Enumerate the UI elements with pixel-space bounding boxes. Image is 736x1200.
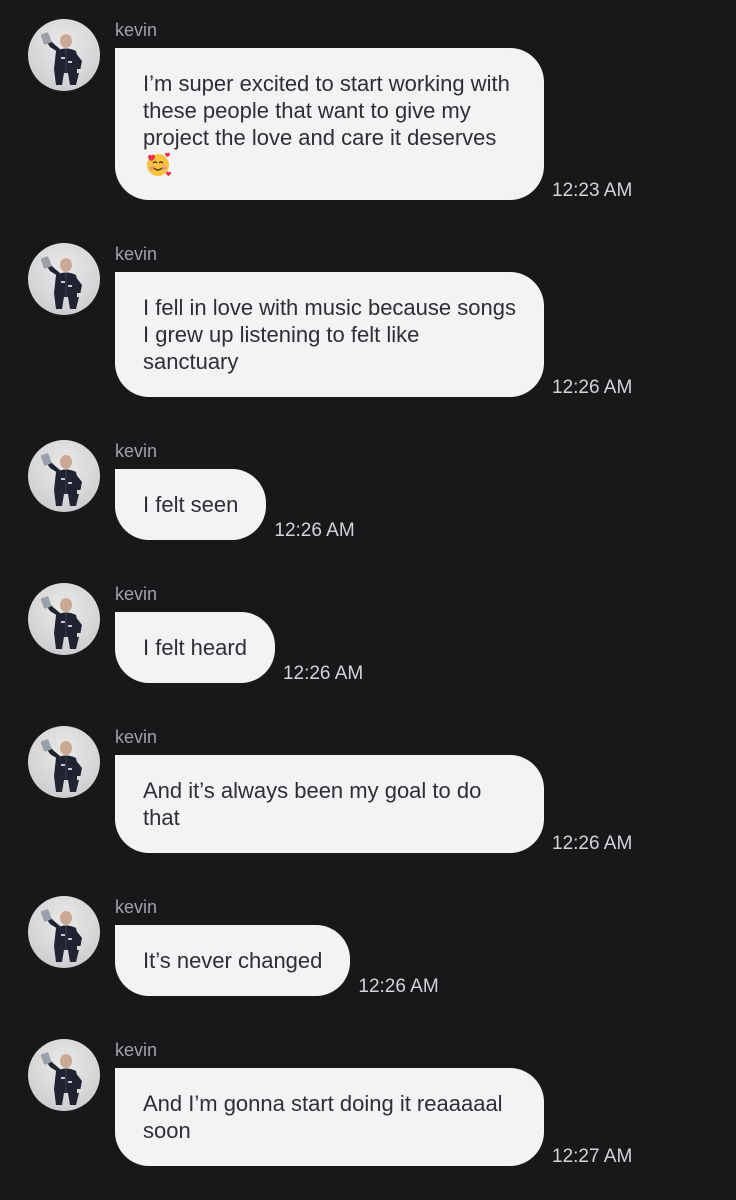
smiling-face-with-hearts-icon xyxy=(145,151,171,177)
message-bubble[interactable]: I’m super excited to start working with … xyxy=(115,48,544,200)
message-text: I felt seen xyxy=(143,492,239,517)
message-text: And I’m gonna start doing it reaaaaal so… xyxy=(143,1091,503,1143)
avatar[interactable] xyxy=(28,896,100,968)
sender-name[interactable]: kevin xyxy=(115,243,157,265)
avatar-image xyxy=(28,896,100,968)
message-bubble[interactable]: It’s never changed xyxy=(115,925,351,996)
chat-thread: kevin I’m super excited to start working… xyxy=(0,0,736,1200)
message-timestamp: 12:23 AM xyxy=(552,180,633,201)
message-text: And it’s always been my goal to do that xyxy=(143,778,482,830)
message-bubble[interactable]: I fell in love with music because songs … xyxy=(115,272,544,397)
avatar-image xyxy=(28,583,100,655)
message-bubble[interactable]: And I’m gonna start doing it reaaaaal so… xyxy=(115,1068,544,1166)
message-bubble[interactable]: I felt seen xyxy=(115,469,267,540)
message-timestamp: 12:26 AM xyxy=(552,833,633,854)
sender-name[interactable]: kevin xyxy=(115,726,157,748)
message-timestamp: 12:27 AM xyxy=(552,1146,633,1167)
message-row: And I’m gonna start doing it reaaaaal so… xyxy=(115,1068,633,1167)
avatar[interactable] xyxy=(28,1039,100,1111)
avatar[interactable] xyxy=(28,19,100,91)
message-row: I’m super excited to start working with … xyxy=(115,48,633,201)
sender-name[interactable]: kevin xyxy=(115,19,157,41)
message-bubble[interactable]: I felt heard xyxy=(115,612,275,683)
message-text: It’s never changed xyxy=(143,948,323,973)
message-row: It’s never changed 12:26 AM xyxy=(115,925,439,997)
message-row: And it’s always been my goal to do that … xyxy=(115,755,633,854)
avatar[interactable] xyxy=(28,243,100,315)
message-row: I fell in love with music because songs … xyxy=(115,272,633,398)
message-text: I fell in love with music because songs … xyxy=(143,295,516,374)
message-timestamp: 12:26 AM xyxy=(358,976,439,997)
message-row: I felt heard 12:26 AM xyxy=(115,612,364,684)
message-row: I felt seen 12:26 AM xyxy=(115,469,355,541)
avatar-image xyxy=(28,19,100,91)
avatar[interactable] xyxy=(28,583,100,655)
avatar-image xyxy=(28,440,100,512)
message-bubble[interactable]: And it’s always been my goal to do that xyxy=(115,755,544,853)
message-timestamp: 12:26 AM xyxy=(552,377,633,398)
sender-name[interactable]: kevin xyxy=(115,896,157,918)
avatar-image xyxy=(28,243,100,315)
avatar-image xyxy=(28,726,100,798)
message-timestamp: 12:26 AM xyxy=(282,663,364,684)
message-text: I’m super excited to start working with … xyxy=(143,71,510,150)
sender-name[interactable]: kevin xyxy=(115,1039,157,1061)
avatar[interactable] xyxy=(28,726,100,798)
message-text: I felt heard xyxy=(143,635,247,660)
avatar[interactable] xyxy=(28,440,100,512)
avatar-image xyxy=(28,1039,100,1111)
sender-name[interactable]: kevin xyxy=(115,583,157,605)
message-timestamp: 12:26 AM xyxy=(274,520,355,541)
sender-name[interactable]: kevin xyxy=(115,440,157,462)
